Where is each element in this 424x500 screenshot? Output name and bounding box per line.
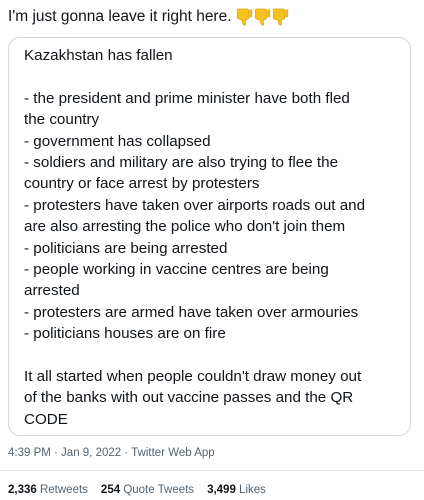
tweet-body: I'm just gonna leave it right here. <box>8 6 289 28</box>
quote-line: - people working in vaccine centres are … <box>24 260 329 278</box>
quote-line: - soldiers and military are also trying … <box>24 153 339 171</box>
likes-count: 3,499 <box>207 484 236 496</box>
likes-stat[interactable]: 3,499 Likes <box>207 484 266 496</box>
quote-line: - government has collapsed <box>24 132 211 150</box>
quote-tweets-count: 254 <box>100 484 121 496</box>
quote-line: the country <box>24 111 100 129</box>
retweets-stat[interactable]: 2,336 Retweets <box>8 484 88 496</box>
quoted-content-card[interactable]: Kazakhstan has fallen - the president an… <box>8 37 411 436</box>
quote-line: country or face arrest by protesters <box>24 175 260 193</box>
tweet-screenshot: I'm just gonna leave it right here. Kaza… <box>0 0 424 500</box>
tweet-text: I'm just gonna leave it right here. <box>8 8 232 25</box>
quote-line: It all started when people couldn't draw… <box>24 367 362 385</box>
quote-tweets-label: Quote Tweets <box>123 484 195 496</box>
emoji-row <box>236 8 289 26</box>
quote-line: - protesters are armed have taken over a… <box>24 303 359 321</box>
quote-line: - the president and prime minister have … <box>24 89 350 107</box>
quote-tweets-stat[interactable]: 254 Quote Tweets <box>101 484 194 496</box>
tweet-timestamp[interactable]: 4:39 PM · Jan 9, 2022 · Twitter Web App <box>8 447 215 459</box>
thumbs-down-icon <box>272 8 288 26</box>
quote-line: CODE <box>24 410 68 428</box>
quote-line: - politicians are being arrested <box>24 239 228 257</box>
thumbs-down-icon <box>254 8 270 26</box>
quote-line: are also arresting the police who don't … <box>24 218 346 236</box>
retweets-count: 2,336 <box>8 484 37 496</box>
quote-blank-line <box>24 344 398 365</box>
quote-line: - protesters have taken over airports ro… <box>24 196 366 214</box>
thumbs-down-icon <box>236 8 252 26</box>
quote-line: Kazakhstan has fallen <box>24 47 173 64</box>
divider <box>0 470 424 471</box>
engagement-stats: 2,336 Retweets 254 Quote Tweets 3,499 Li… <box>8 484 266 496</box>
quote-line: arrested <box>24 282 80 300</box>
quote-blank-line <box>24 66 398 87</box>
quote-line: - politicians houses are on fire <box>24 325 226 343</box>
retweets-label: Retweets <box>39 484 88 496</box>
likes-label: Likes <box>239 484 266 496</box>
quote-line: of the banks with out vaccine passes and… <box>24 389 354 407</box>
